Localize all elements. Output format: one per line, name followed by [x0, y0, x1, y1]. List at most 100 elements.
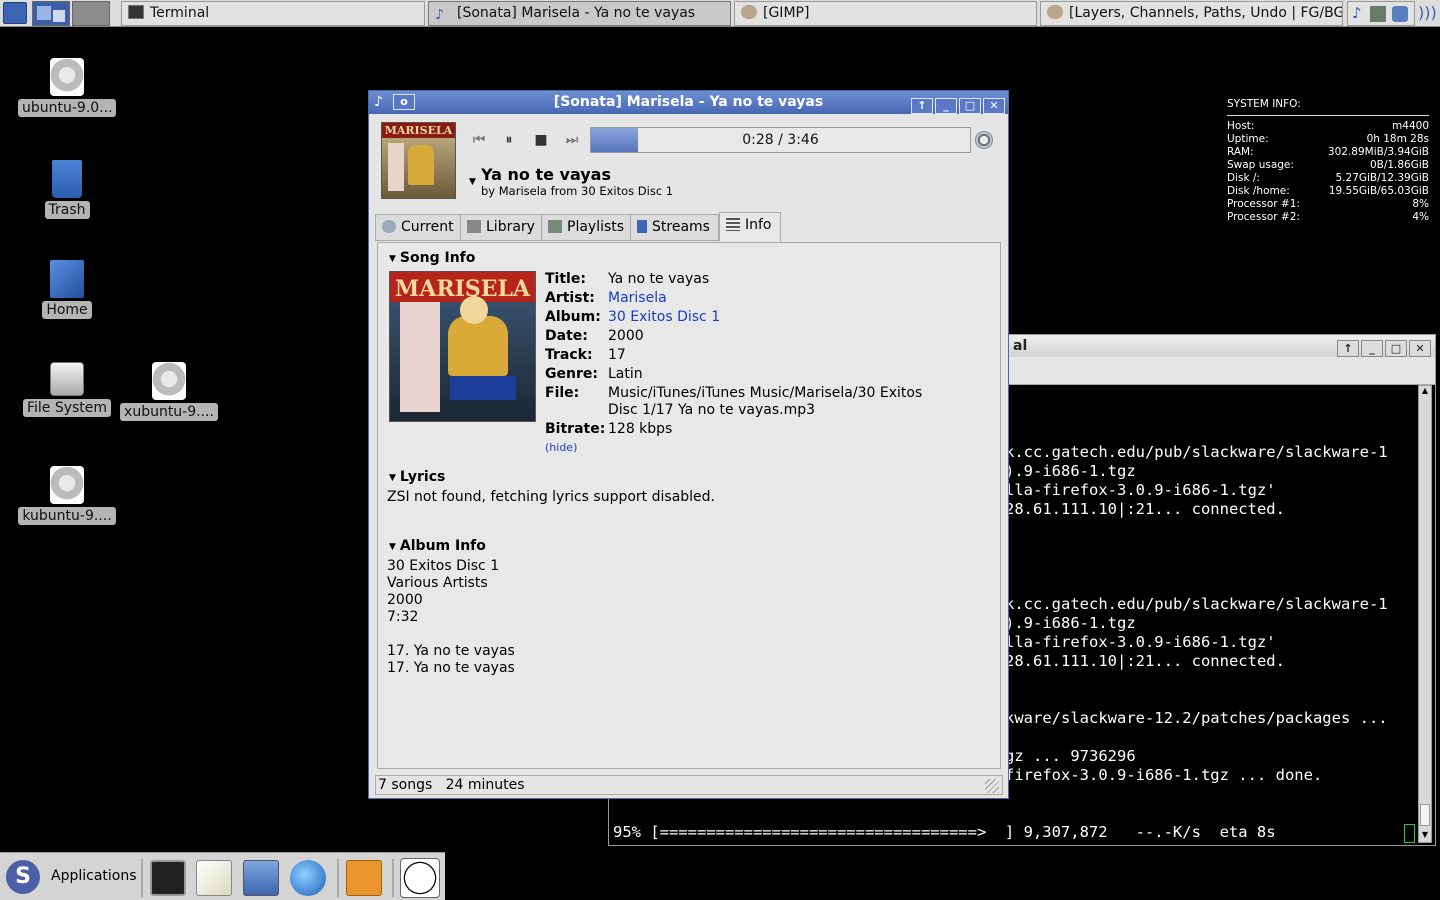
music-note-icon: ♪: [435, 7, 444, 23]
close-icon[interactable]: ✕: [1409, 340, 1431, 357]
raise-icon[interactable]: ↑: [911, 98, 933, 114]
previous-track-icon[interactable]: ⏮: [470, 131, 488, 149]
minimize-button[interactable]: _: [1361, 340, 1383, 357]
field-label: Bitrate:: [545, 421, 606, 437]
sonata-window[interactable]: ♪ o [Sonata] Marisela - Ya no te vayas ↑…: [368, 90, 1009, 799]
terminal-scrollbar[interactable]: ▲ ▼: [1418, 385, 1432, 843]
tab-streams[interactable]: Streams: [630, 214, 719, 241]
info-row: Host: m4400: [1227, 120, 1429, 132]
file-manager-launcher-icon[interactable]: [243, 860, 279, 896]
maximize-button[interactable]: □: [959, 98, 981, 114]
task-gimp-layers[interactable]: [Layers, Channels, Paths, Undo | FG/BG..…: [1040, 1, 1343, 26]
iso-disc-icon: [152, 362, 186, 400]
next-track-icon[interactable]: ⏭: [563, 131, 581, 149]
field-label: Artist:: [545, 290, 595, 306]
close-icon[interactable]: ✕: [983, 98, 1005, 114]
task-terminal[interactable]: Terminal: [121, 1, 425, 26]
terminal-launcher-icon[interactable]: [150, 860, 186, 896]
info-icon: [726, 218, 740, 231]
collapse-arrow-icon: ▼: [389, 542, 396, 552]
task-sonata[interactable]: ♪ [Sonata] Marisela - Ya no te vayas: [428, 1, 731, 26]
tab-current[interactable]: Current: [375, 214, 463, 241]
album-info-line: 30 Exitos Disc 1: [387, 558, 500, 574]
info-row: RAM: 302.89MiB/3.94GiB: [1227, 146, 1429, 158]
album-info-header[interactable]: ▼ Album Info: [389, 538, 486, 554]
field-file: Music/iTunes/iTunes Music/Marisela/30 Ex…: [608, 385, 923, 418]
music-note-icon[interactable]: ♪: [1352, 4, 1362, 22]
iso-disc-icon: [50, 58, 84, 96]
gimp-icon: [741, 5, 757, 19]
web-browser-launcher-icon[interactable]: [290, 860, 326, 896]
field-label: Date:: [545, 328, 588, 344]
update-icon[interactable]: [1392, 6, 1408, 22]
tab-info[interactable]: Info: [719, 212, 781, 242]
maximize-button[interactable]: □: [1385, 340, 1407, 357]
song-progress-bar[interactable]: 0:28 / 3:46: [590, 127, 971, 153]
field-label: Genre:: [545, 366, 598, 382]
album-link[interactable]: 30 Exitos Disc 1: [608, 309, 720, 325]
playlists-icon: [548, 220, 562, 233]
sonata-titlebar[interactable]: ♪ o [Sonata] Marisela - Ya no te vayas ↑…: [369, 91, 1008, 114]
system-info-header: SYSTEM INFO:: [1227, 98, 1301, 110]
desktop-icon-filesystem[interactable]: File System: [17, 362, 117, 421]
album-art-thumbnail[interactable]: MARISELA: [381, 122, 456, 199]
terminal-icon: [128, 5, 144, 19]
window-menu-button[interactable]: o: [393, 94, 415, 110]
desktop-icon-ubuntu-iso[interactable]: ubuntu-9.0...: [17, 58, 117, 121]
resize-grip-icon[interactable]: [985, 779, 999, 793]
desktop-icon-home[interactable]: Home: [17, 260, 117, 323]
trash-icon: [52, 160, 82, 198]
menu-launcher-icon[interactable]: [3, 2, 27, 24]
pause-icon[interactable]: ⏸: [500, 131, 518, 149]
network-icon[interactable]: [1370, 6, 1386, 22]
album-art[interactable]: MARISELA: [389, 271, 536, 422]
workspace-2[interactable]: [72, 1, 110, 26]
desktop-icon-trash[interactable]: Trash: [17, 160, 117, 223]
volume-icon[interactable]: [975, 131, 993, 149]
album-track-line: 17. Ya no te vayas: [387, 660, 515, 676]
info-row: Processor #1: 8%: [1227, 198, 1429, 210]
hide-link[interactable]: (hide): [545, 441, 577, 454]
clock-icon[interactable]: [400, 858, 440, 898]
task-gimp[interactable]: [GIMP]: [734, 1, 1037, 26]
album-info-line: 2000: [387, 592, 423, 608]
info-row: Swap usage: 0B/1.86GiB: [1227, 159, 1429, 171]
expand-arrow-icon[interactable]: ▼: [469, 177, 476, 187]
iso-disc-icon: [50, 466, 84, 504]
slackware-logo-icon: S: [6, 860, 40, 894]
scroll-up-icon[interactable]: ▲: [1419, 386, 1431, 398]
system-info-widget: SYSTEM INFO: Host: m4400 Uptime: 0h 18m 28…: [1227, 98, 1429, 224]
raise-icon[interactable]: ↑: [1337, 340, 1359, 357]
home-folder-icon: [50, 260, 84, 298]
stop-icon[interactable]: ■: [532, 131, 550, 149]
lyrics-header[interactable]: ▼ Lyrics: [389, 469, 445, 485]
tab-library[interactable]: Library: [460, 214, 544, 241]
terminal-line: lla-firefox-3.0.9-i686-1.tgz': [1005, 481, 1276, 499]
field-label: Track:: [545, 347, 593, 363]
terminal-line: k.cc.gatech.edu/pub/slackware/slackware-…: [1005, 443, 1388, 461]
logout-icon[interactable]: [346, 860, 382, 896]
minimize-button[interactable]: _: [935, 98, 957, 114]
artist-link[interactable]: Marisela: [608, 290, 667, 306]
status-bar: 7 songs 24 minutes: [375, 775, 1003, 795]
field-label: Album:: [545, 309, 601, 325]
text-editor-launcher-icon[interactable]: [196, 860, 232, 896]
field-label: Title:: [545, 271, 586, 287]
library-icon: [467, 220, 481, 233]
terminal-line: ).9-i686-1.tgz: [1005, 614, 1136, 632]
bottom-panel: S Applications: [0, 852, 445, 900]
desktop-icon-kubuntu-iso[interactable]: kubuntu-9....: [17, 466, 117, 529]
applications-label: Applications: [51, 868, 137, 884]
scrollbar-thumb[interactable]: [1420, 804, 1430, 826]
album-info-line: Various Artists: [387, 575, 488, 591]
sonata-title: [Sonata] Marisela - Ya no te vayas: [553, 94, 824, 110]
wifi-icon[interactable]: ))): [1418, 3, 1438, 24]
field-track: 17: [608, 347, 626, 363]
desktop-icon-xubuntu-iso[interactable]: xubuntu-9....: [119, 362, 219, 425]
workspace-1[interactable]: [32, 1, 70, 26]
song-info-header[interactable]: ▼ Song Info: [389, 250, 475, 266]
scroll-down-icon[interactable]: ▼: [1419, 830, 1431, 842]
tab-playlists[interactable]: Playlists: [541, 214, 634, 241]
applications-menu-button[interactable]: S Applications: [4, 859, 138, 895]
info-row: Disk /home: 19.55GiB/65.03GiB: [1227, 185, 1429, 197]
